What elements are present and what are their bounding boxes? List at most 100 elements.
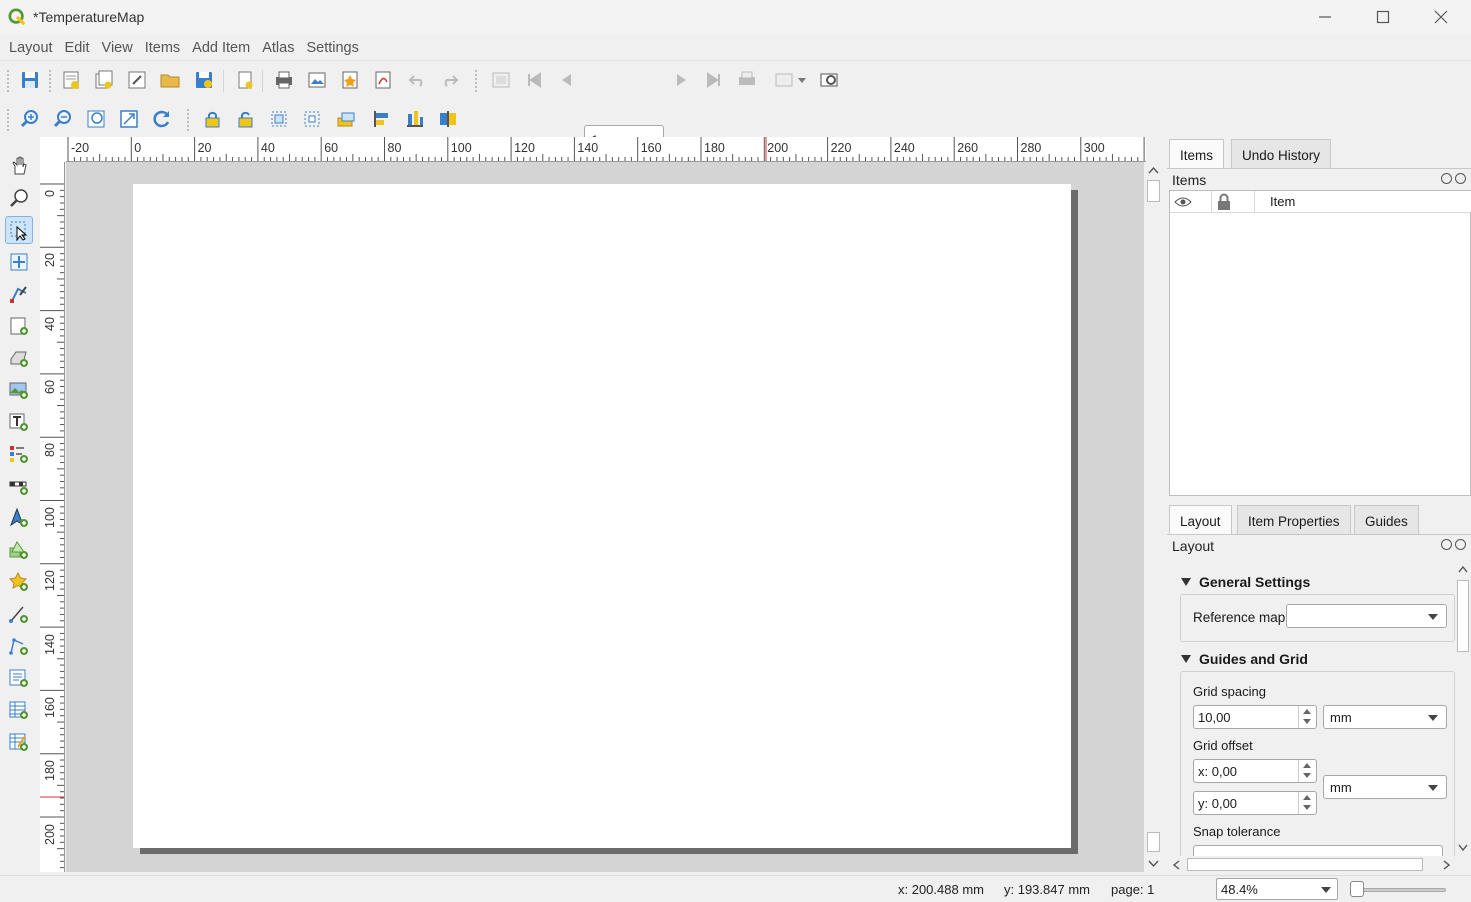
save-layout-button[interactable] (16, 67, 44, 93)
duplicate-layout-button[interactable] (90, 67, 118, 93)
select-move-tool[interactable] (5, 216, 33, 244)
maximize-button[interactable] (1354, 0, 1412, 34)
tab-layout[interactable]: Layout (1169, 505, 1232, 535)
zoom-actual-button[interactable] (82, 106, 110, 132)
add-map-tool[interactable] (5, 312, 33, 340)
items-tree[interactable]: Item (1169, 190, 1471, 496)
toolbar-grip[interactable] (474, 69, 478, 93)
layout-horizontal-scrollbar[interactable] (1169, 856, 1455, 873)
lock-column[interactable] (1212, 191, 1255, 213)
add-north-arrow-tool[interactable] (5, 504, 33, 532)
canvas-vertical-scrollbar[interactable] (1145, 162, 1162, 872)
add-html-tool[interactable] (5, 664, 33, 692)
grid-spacing-input[interactable]: 10,00 (1193, 705, 1317, 729)
visibility-column[interactable] (1170, 191, 1212, 213)
add-attribute-table-tool[interactable] (5, 696, 33, 724)
spinner-arrows-icon[interactable] (1298, 792, 1316, 814)
refresh-button[interactable] (148, 106, 176, 132)
add-legend-tool[interactable] (5, 440, 33, 468)
print-atlas-button[interactable] (733, 67, 761, 93)
atlas-settings-button[interactable] (815, 67, 843, 93)
scroll-thumb-lower[interactable] (1147, 832, 1160, 852)
reference-map-combo[interactable] (1286, 604, 1447, 628)
grid-offset-unit-combo[interactable]: mm (1323, 775, 1447, 799)
minimize-button[interactable] (1296, 0, 1354, 34)
close-icon[interactable] (1455, 173, 1466, 184)
add-arrow-tool[interactable] (5, 600, 33, 628)
undo-button[interactable] (403, 67, 431, 93)
menu-atlas[interactable]: Atlas (256, 36, 300, 60)
grid-offset-y-input[interactable]: y: 0,00 (1193, 791, 1317, 815)
scroll-thumb[interactable] (1457, 580, 1469, 652)
group-items-button[interactable] (265, 106, 293, 132)
menu-items[interactable]: Items (139, 36, 186, 60)
add-scale-bar-tool[interactable] (5, 472, 33, 500)
close-button[interactable] (1412, 0, 1470, 34)
edit-nodes-tool[interactable] (5, 280, 33, 308)
export-pdf-button[interactable] (369, 67, 397, 93)
export-atlas-button[interactable] (767, 67, 811, 93)
float-icon[interactable] (1441, 173, 1452, 184)
first-feature-button[interactable] (520, 67, 548, 93)
toolbar-grip[interactable] (186, 108, 190, 132)
zoom-tool[interactable] (5, 184, 33, 212)
scroll-thumb[interactable] (1187, 858, 1423, 871)
close-icon[interactable] (1455, 539, 1466, 550)
layout-manager-button[interactable] (123, 67, 151, 93)
lock-items-button[interactable] (198, 106, 226, 132)
ungroup-items-button[interactable] (298, 106, 326, 132)
add-from-template-button[interactable] (156, 67, 184, 93)
zoom-slider-handle[interactable] (1350, 881, 1364, 897)
add-fixed-table-tool[interactable] (5, 728, 33, 756)
menu-view[interactable]: View (96, 36, 139, 60)
distribute-items-button[interactable] (398, 106, 432, 132)
print-button[interactable] (270, 67, 298, 93)
tab-guides[interactable]: Guides (1354, 505, 1419, 535)
previous-feature-button[interactable] (553, 67, 581, 93)
layout-vertical-scrollbar[interactable] (1455, 562, 1471, 856)
zoom-level-combo[interactable]: 48.4% (1216, 878, 1338, 900)
layout-page[interactable] (133, 184, 1071, 848)
toolbar-grip[interactable] (6, 69, 10, 93)
add-shape-tool[interactable] (5, 536, 33, 564)
new-layout-button[interactable] (57, 67, 85, 93)
last-feature-button[interactable] (700, 67, 728, 93)
redo-button[interactable] (436, 67, 464, 93)
toolbar-grip[interactable] (6, 108, 10, 132)
zoom-full-button[interactable] (115, 106, 143, 132)
menu-add-item[interactable]: Add Item (186, 36, 256, 60)
zoom-slider[interactable] (1356, 888, 1446, 892)
align-items-button[interactable] (365, 106, 399, 132)
guides-and-grid-header[interactable]: Guides and Grid (1181, 651, 1308, 667)
unlock-items-button[interactable] (231, 106, 259, 132)
zoom-in-button[interactable] (16, 106, 44, 132)
add-picture-tool[interactable] (5, 376, 33, 404)
pan-tool[interactable] (5, 152, 33, 180)
spinner-arrows-icon[interactable] (1298, 760, 1316, 782)
resize-items-button[interactable] (431, 106, 465, 132)
add-polyline-tool[interactable] (5, 632, 33, 660)
item-column-header[interactable]: Item (1270, 194, 1295, 209)
menu-settings[interactable]: Settings (300, 36, 364, 60)
float-icon[interactable] (1441, 539, 1452, 550)
save-as-template-button[interactable] (190, 67, 218, 93)
next-feature-button[interactable] (667, 67, 695, 93)
raise-items-button[interactable] (332, 106, 360, 132)
grid-offset-x-input[interactable]: x: 0,00 (1193, 759, 1317, 783)
zoom-out-button[interactable] (49, 106, 77, 132)
scroll-thumb[interactable] (1147, 180, 1160, 202)
add-3d-map-tool[interactable] (5, 344, 33, 372)
export-image-button[interactable] (303, 67, 331, 93)
tab-item-properties[interactable]: Item Properties (1237, 505, 1351, 535)
add-label-tool[interactable] (5, 408, 33, 436)
add-marker-tool[interactable] (5, 568, 33, 596)
tab-items[interactable]: Items (1169, 139, 1225, 169)
grid-spacing-unit-combo[interactable]: mm (1323, 705, 1447, 729)
menu-layout[interactable]: Layout (3, 36, 59, 60)
toolbar-grip[interactable] (48, 69, 52, 93)
export-svg-button[interactable] (336, 67, 364, 93)
new-page-button[interactable] (231, 67, 259, 93)
menu-edit[interactable]: Edit (59, 36, 96, 60)
tab-undo-history[interactable]: Undo History (1231, 139, 1332, 169)
preview-atlas-button[interactable] (487, 67, 515, 93)
